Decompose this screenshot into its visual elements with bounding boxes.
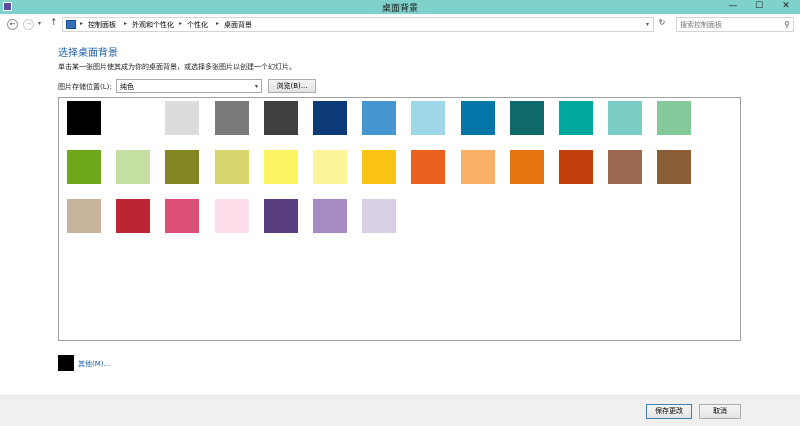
other-colors-link[interactable]: 其他(M)... <box>78 359 110 369</box>
color-swatch[interactable] <box>165 199 200 233</box>
color-swatch[interactable] <box>263 199 298 233</box>
maximize-button[interactable]: ☐ <box>746 0 772 14</box>
breadcrumb-appearance[interactable]: 外观和个性化 <box>132 20 174 30</box>
color-swatch[interactable] <box>313 101 347 135</box>
color-swatch-grid <box>58 97 741 341</box>
color-swatch[interactable] <box>559 101 593 135</box>
current-color-swatch[interactable] <box>58 355 74 371</box>
color-swatch[interactable] <box>509 150 544 184</box>
color-swatch[interactable] <box>214 199 249 233</box>
breadcrumb-separator-icon[interactable]: ▸ <box>124 20 127 27</box>
page-heading: 选择桌面背景 <box>58 48 118 59</box>
search-icon[interactable]: ⚲ <box>784 20 790 29</box>
color-swatch[interactable] <box>313 199 347 233</box>
breadcrumb-desktop-background[interactable]: 桌面背景 <box>224 20 252 30</box>
color-swatch[interactable] <box>411 150 446 184</box>
color-swatch[interactable] <box>657 150 692 184</box>
color-swatch[interactable] <box>67 199 101 233</box>
control-panel-icon <box>66 20 76 29</box>
color-swatch[interactable] <box>657 101 692 135</box>
breadcrumb-control-panel[interactable]: 控制面板 <box>88 20 116 30</box>
navigation-bar: ← → ▾ ↑ ▸ 控制面板 ▸ 外观和个性化 ▸ 个性化 ▸ 桌面背景 ▾ ↻… <box>0 14 800 36</box>
color-swatch[interactable] <box>214 150 249 184</box>
recent-locations-dropdown[interactable]: ▾ <box>38 20 41 27</box>
color-swatch[interactable] <box>608 101 643 135</box>
search-input[interactable] <box>680 19 776 30</box>
picture-location-label: 图片存储位置(L): <box>58 83 112 91</box>
address-bar[interactable]: ▸ 控制面板 ▸ 外观和个性化 ▸ 个性化 ▸ 桌面背景 ▾ <box>62 17 654 32</box>
cancel-button[interactable]: 取消 <box>699 404 741 419</box>
color-swatch[interactable] <box>165 101 200 135</box>
color-swatch[interactable] <box>460 150 495 184</box>
breadcrumb-separator-icon[interactable]: ▸ <box>216 20 219 27</box>
color-swatch[interactable] <box>608 150 643 184</box>
color-swatch[interactable] <box>67 150 101 184</box>
up-button[interactable]: ↑ <box>50 18 58 28</box>
color-swatch[interactable] <box>116 150 151 184</box>
color-swatch[interactable] <box>67 101 101 135</box>
close-button[interactable]: ✕ <box>772 0 800 14</box>
color-swatch[interactable] <box>263 101 298 135</box>
breadcrumb-separator-icon[interactable]: ▸ <box>80 20 83 27</box>
color-swatch[interactable] <box>460 101 495 135</box>
picture-location-select[interactable]: 纯色 ▾ <box>116 79 262 93</box>
color-swatch[interactable] <box>559 150 593 184</box>
color-swatch[interactable] <box>165 150 200 184</box>
color-swatch[interactable] <box>263 150 298 184</box>
title-bar: 桌面背景 — ☐ ✕ <box>0 0 800 14</box>
color-swatch[interactable] <box>362 199 397 233</box>
color-swatch[interactable] <box>362 150 397 184</box>
breadcrumb-personalization[interactable]: 个性化 <box>187 20 208 30</box>
breadcrumb-separator-icon[interactable]: ▸ <box>179 20 182 27</box>
forward-button[interactable]: → <box>23 19 34 30</box>
save-changes-button[interactable]: 保存更改 <box>646 404 692 419</box>
refresh-button[interactable]: ↻ <box>656 18 668 30</box>
color-swatch[interactable] <box>313 150 347 184</box>
color-swatch[interactable] <box>362 101 397 135</box>
address-dropdown-icon[interactable]: ▾ <box>646 21 649 28</box>
window-title: 桌面背景 <box>381 4 418 14</box>
color-swatch[interactable] <box>509 101 544 135</box>
color-swatch[interactable] <box>411 101 446 135</box>
color-swatch[interactable] <box>116 199 151 233</box>
picture-location-value: 纯色 <box>120 83 134 91</box>
color-swatch[interactable] <box>214 101 249 135</box>
chevron-down-icon: ▾ <box>254 83 258 90</box>
browse-button[interactable]: 浏览(B)... <box>268 79 316 93</box>
footer-bar: 保存更改 取消 <box>0 395 800 426</box>
page-description: 单击某一张图片使其成为你的桌面背景，或选择多张图片以创建一个幻灯片。 <box>58 63 296 71</box>
search-box[interactable]: ⚲ <box>676 17 794 32</box>
minimize-button[interactable]: — <box>720 0 746 14</box>
back-button[interactable]: ← <box>7 19 18 30</box>
color-swatch[interactable] <box>116 101 151 135</box>
